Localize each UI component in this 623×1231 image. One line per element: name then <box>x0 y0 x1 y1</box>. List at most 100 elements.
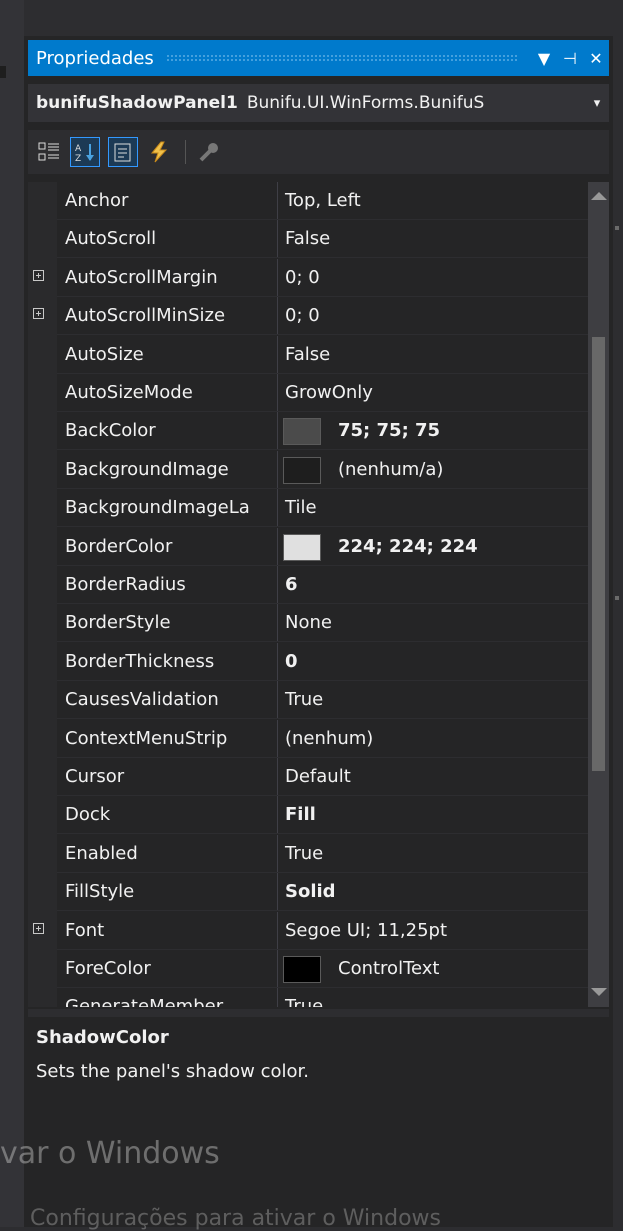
property-row[interactable]: ForeColor ControlText <box>28 950 588 988</box>
property-value[interactable]: Tile <box>285 489 317 527</box>
property-row[interactable]: AutoScrollMinSize 0; 0 <box>28 297 588 336</box>
column-divider[interactable] <box>277 719 278 758</box>
property-value[interactable]: 6 <box>285 566 298 604</box>
property-value[interactable]: False <box>285 220 330 258</box>
object-selector[interactable]: bunifuShadowPanel1 Bunifu.UI.WinForms.Bu… <box>28 84 609 122</box>
scroll-thumb[interactable] <box>592 337 605 771</box>
column-divider[interactable] <box>277 489 278 528</box>
property-row[interactable]: AutoSize False <box>28 335 588 374</box>
drag-grip[interactable] <box>165 54 517 62</box>
property-value[interactable]: True <box>285 681 323 719</box>
expand-icon[interactable] <box>33 922 44 934</box>
property-row[interactable]: AutoScroll False <box>28 220 588 259</box>
property-row[interactable]: BorderColor 224; 224; 224 <box>28 527 588 566</box>
column-divider[interactable] <box>277 950 278 988</box>
property-name: Dock <box>65 804 111 826</box>
column-divider[interactable] <box>277 412 278 451</box>
ide-left-edge <box>0 66 6 78</box>
property-name: Cursor <box>65 766 125 787</box>
property-value[interactable]: 75; 75; 75 <box>338 412 440 450</box>
property-value[interactable]: True <box>285 988 323 1007</box>
column-divider[interactable] <box>277 297 278 336</box>
property-value[interactable]: 0 <box>285 643 298 681</box>
property-row[interactable]: Enabled True <box>28 834 588 873</box>
properties-button[interactable] <box>108 137 138 167</box>
column-divider[interactable] <box>277 566 278 604</box>
column-divider[interactable] <box>277 911 278 950</box>
property-row[interactable]: Font Segoe UI; 11,25pt <box>28 911 588 950</box>
property-row[interactable]: BackColor 75; 75; 75 <box>28 412 588 451</box>
property-name: AutoScrollMinSize <box>65 305 226 327</box>
property-value[interactable]: GrowOnly <box>285 374 373 412</box>
property-pages-button[interactable] <box>194 137 224 167</box>
column-divider[interactable] <box>277 335 278 374</box>
scroll-up-icon[interactable] <box>591 192 607 200</box>
property-name: Font <box>65 919 105 941</box>
property-row[interactable]: ContextMenuStrip (nenhum) <box>28 719 588 758</box>
ide-right-marker <box>615 226 619 230</box>
column-divider[interactable] <box>277 796 278 835</box>
property-grid-scrollbar[interactable] <box>588 182 609 1007</box>
property-row[interactable]: BorderStyle None <box>28 604 588 643</box>
property-name: AutoScroll <box>65 228 157 250</box>
description-pane: ShadowColor Sets the panel's shadow colo… <box>28 1019 609 1227</box>
column-divider[interactable] <box>277 758 278 796</box>
events-button[interactable] <box>144 137 174 167</box>
property-value[interactable]: None <box>285 604 332 642</box>
events-icon <box>150 141 168 163</box>
window-position-dropdown-icon[interactable]: ▼ <box>531 49 557 68</box>
property-value[interactable]: 224; 224; 224 <box>338 528 478 566</box>
pin-icon[interactable]: ⊣ <box>557 49 583 68</box>
property-row[interactable]: GenerateMember True <box>28 988 588 1007</box>
column-divider[interactable] <box>277 374 278 412</box>
property-value[interactable]: 0; 0 <box>285 259 320 297</box>
column-divider[interactable] <box>277 642 278 681</box>
property-name: BorderStyle <box>65 612 171 634</box>
toolbar-separator <box>185 140 186 164</box>
property-row[interactable]: AutoScrollMargin 0; 0 <box>28 258 588 297</box>
property-row[interactable]: Anchor Top, Left <box>28 182 588 220</box>
property-row[interactable]: BackgroundImageLa Tile <box>28 489 588 528</box>
property-value[interactable]: 0; 0 <box>285 297 320 335</box>
expand-icon[interactable] <box>33 269 44 281</box>
property-row[interactable]: CausesValidation True <box>28 681 588 720</box>
column-divider[interactable] <box>277 988 278 1007</box>
property-value[interactable]: Segoe UI; 11,25pt <box>285 912 447 950</box>
column-divider[interactable] <box>277 873 278 912</box>
property-row[interactable]: Cursor Default <box>28 758 588 796</box>
column-divider[interactable] <box>277 450 278 489</box>
expand-icon[interactable] <box>33 308 44 320</box>
column-divider[interactable] <box>277 220 278 259</box>
description-splitter[interactable] <box>28 1009 609 1017</box>
property-value[interactable]: Solid <box>285 873 336 911</box>
close-icon[interactable]: ✕ <box>583 49 609 68</box>
property-row[interactable]: Dock Fill <box>28 796 588 835</box>
object-name: bunifuShadowPanel1 <box>36 93 238 113</box>
property-value[interactable]: True <box>285 835 323 873</box>
column-divider[interactable] <box>277 527 278 566</box>
chevron-down-icon[interactable]: ▾ <box>585 96 609 111</box>
property-name: CausesValidation <box>65 689 219 711</box>
property-value[interactable]: (nenhum/a) <box>338 451 443 489</box>
column-divider[interactable] <box>277 834 278 873</box>
property-row[interactable]: AutoSizeMode GrowOnly <box>28 374 588 412</box>
property-value[interactable]: Top, Left <box>285 182 361 220</box>
column-divider[interactable] <box>277 182 278 220</box>
property-value[interactable]: Default <box>285 758 351 796</box>
property-value[interactable]: Fill <box>285 796 316 834</box>
property-name: BackgroundImageLa <box>65 497 250 519</box>
property-row[interactable]: BorderRadius 6 <box>28 566 588 604</box>
scroll-down-icon[interactable] <box>591 988 607 996</box>
property-value[interactable]: (nenhum) <box>285 720 373 758</box>
categorized-button[interactable] <box>34 137 64 167</box>
column-divider[interactable] <box>277 681 278 720</box>
column-divider[interactable] <box>277 258 278 297</box>
alphabetical-button[interactable]: A Z <box>70 137 100 167</box>
column-divider[interactable] <box>277 604 278 643</box>
property-row[interactable]: BackgroundImage (nenhum/a) <box>28 450 588 489</box>
panel-title-bar[interactable]: Propriedades ▼ ⊣ ✕ <box>28 40 609 76</box>
property-value[interactable]: ControlText <box>338 950 439 988</box>
property-value[interactable]: False <box>285 336 330 374</box>
property-row[interactable]: BorderThickness 0 <box>28 642 588 681</box>
property-row[interactable]: FillStyle Solid <box>28 873 588 912</box>
